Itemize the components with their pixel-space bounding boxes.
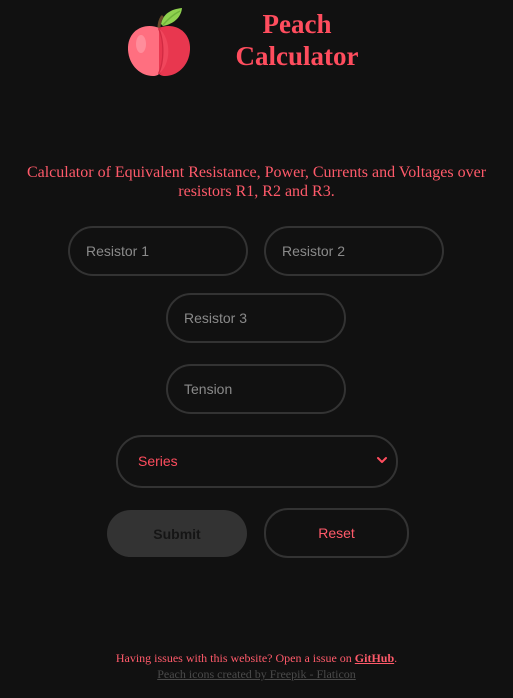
github-link[interactable]: GitHub: [355, 651, 394, 665]
calculator-description: Calculator of Equivalent Resistance, Pow…: [26, 164, 487, 200]
chevron-down-icon: [377, 457, 387, 463]
title-line-1: Peach: [262, 9, 332, 39]
connection-type-select[interactable]: Series: [116, 435, 398, 488]
title-line-2: Calculator: [235, 41, 359, 71]
peach-icon: [127, 8, 191, 76]
header: Peach Calculator: [0, 0, 513, 90]
footer-issue-text: Having issues with this website? Open a …: [115, 651, 355, 665]
resistor-1-input[interactable]: [68, 226, 248, 276]
footer-issue-suffix: .: [394, 651, 398, 665]
tension-input[interactable]: [166, 364, 346, 414]
footer-issue-note: Having issues with this website? Open a …: [0, 651, 513, 666]
resistor-3-input[interactable]: [166, 293, 346, 343]
resistor-2-input[interactable]: [264, 226, 444, 276]
page-title: Peach Calculator: [232, 8, 362, 72]
reset-button[interactable]: Reset: [264, 508, 409, 558]
icon-credits-link[interactable]: Peach icons created by Freepik - Flatico…: [0, 667, 513, 682]
submit-button[interactable]: Submit: [107, 510, 247, 557]
connection-type-value: Series: [138, 453, 178, 469]
